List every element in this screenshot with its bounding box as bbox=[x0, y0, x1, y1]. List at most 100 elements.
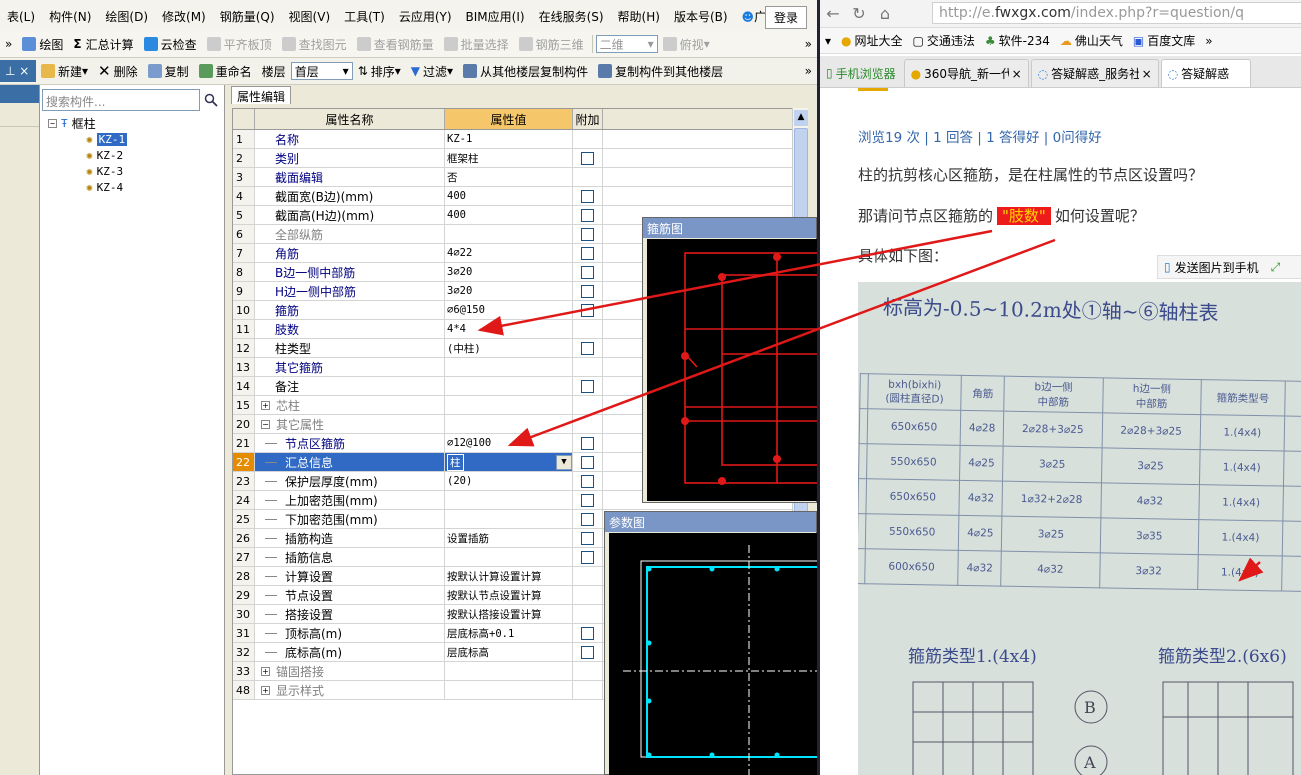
delete-button[interactable]: ✕ 删除 bbox=[93, 60, 143, 82]
menu-draw[interactable]: 绘图(D) bbox=[98, 8, 155, 25]
copy-from-floor-button[interactable]: 从其他楼层复制构件 bbox=[458, 60, 593, 82]
sort-button[interactable]: ⇅ 排序 ▾ bbox=[353, 60, 406, 82]
module-nav-item[interactable] bbox=[0, 103, 39, 127]
send-to-phone-button[interactable]: ▯ 发送图片到手机 ⤢ bbox=[1157, 255, 1301, 279]
copy-button[interactable]: 复制 bbox=[143, 60, 194, 82]
property-value[interactable] bbox=[445, 662, 573, 680]
attach-checkbox[interactable] bbox=[581, 436, 594, 450]
tab-360-nav[interactable]: ● 360导航_新一代 × bbox=[903, 59, 1029, 87]
menu-rebar-qty[interactable]: 钢筋量(Q) bbox=[213, 8, 282, 25]
rename-button[interactable]: 重命名 bbox=[194, 60, 257, 82]
property-row[interactable]: 2 类别 框架柱 bbox=[233, 149, 799, 168]
fav-traffic[interactable]: ▢ 交通违法 bbox=[908, 32, 980, 49]
property-value[interactable]: 框架柱 bbox=[445, 149, 573, 167]
component-search-input[interactable]: 搜索构件... bbox=[42, 89, 200, 111]
property-value[interactable] bbox=[445, 396, 573, 414]
attach-checkbox[interactable] bbox=[581, 512, 594, 526]
attach-checkbox[interactable] bbox=[581, 531, 594, 545]
more-favorites-icon[interactable]: » bbox=[1200, 34, 1217, 48]
refresh-icon[interactable]: ↻ bbox=[846, 4, 872, 23]
fav-site-nav[interactable]: ● 网址大全 bbox=[836, 32, 908, 49]
property-value[interactable]: (20) bbox=[445, 472, 573, 490]
close-icon[interactable]: × bbox=[1012, 67, 1022, 81]
view-mode-select[interactable]: 二维 ▾ bbox=[595, 35, 658, 53]
scroll-up-icon[interactable]: ▲ bbox=[794, 110, 808, 126]
attach-checkbox[interactable] bbox=[581, 151, 594, 165]
property-row[interactable]: 3 截面编辑 否 bbox=[233, 168, 799, 187]
property-value[interactable]: 柱 ▼ bbox=[445, 453, 573, 471]
floor-select[interactable]: 首层 ▾ bbox=[290, 62, 353, 80]
fav-weather[interactable]: ☁ 佛山天气 bbox=[1055, 32, 1128, 49]
expand-icon[interactable]: + bbox=[261, 685, 270, 695]
expand-icon[interactable]: + bbox=[261, 400, 270, 410]
menu-cloud[interactable]: 云应用(Y) bbox=[392, 8, 459, 25]
attach-checkbox[interactable] bbox=[581, 474, 594, 488]
collapse-icon[interactable]: − bbox=[48, 118, 57, 128]
property-value[interactable]: ⌀6@150 bbox=[445, 301, 573, 319]
attach-checkbox[interactable] bbox=[581, 246, 594, 260]
property-value[interactable] bbox=[445, 681, 573, 699]
copy-to-floor-button[interactable]: 复制构件到其他楼层 bbox=[593, 60, 728, 82]
calculate-button[interactable]: Σ 汇总计算 bbox=[68, 33, 138, 55]
close-icon[interactable]: × bbox=[1142, 67, 1152, 81]
property-value[interactable]: 4⌀22 bbox=[445, 244, 573, 262]
tab-property-edit[interactable]: 属性编辑 bbox=[231, 86, 292, 104]
find-element-button[interactable]: 查找图元 bbox=[277, 33, 352, 55]
attach-checkbox[interactable] bbox=[581, 379, 594, 393]
property-value[interactable]: 3⌀20 bbox=[445, 263, 573, 281]
favorites-toggle-icon[interactable]: ▾ bbox=[820, 34, 836, 48]
view-rebar-qty-button[interactable]: 查看钢筋量 bbox=[352, 33, 439, 55]
menu-help[interactable]: 帮助(H) bbox=[611, 8, 667, 25]
property-value[interactable]: (中柱) bbox=[445, 339, 573, 357]
property-value[interactable] bbox=[445, 225, 573, 243]
attach-checkbox[interactable] bbox=[581, 645, 594, 659]
tab-faq-active[interactable]: ◌ 答疑解惑 bbox=[1160, 59, 1251, 87]
attach-checkbox[interactable] bbox=[581, 208, 594, 222]
attach-checkbox[interactable] bbox=[581, 455, 594, 469]
home-icon[interactable]: ⌂ bbox=[872, 4, 898, 23]
expand-icon[interactable]: + bbox=[261, 666, 270, 676]
rebar-3d-button[interactable]: 钢筋三维 bbox=[514, 33, 589, 55]
menu-modify[interactable]: 修改(M) bbox=[155, 8, 213, 25]
top-view-button[interactable]: 俯视 ▾ bbox=[658, 33, 715, 55]
property-value[interactable]: 否 bbox=[445, 168, 573, 186]
property-value[interactable] bbox=[445, 377, 573, 395]
property-value[interactable]: 层底标高 bbox=[445, 643, 573, 661]
attach-checkbox[interactable] bbox=[581, 284, 594, 298]
property-value[interactable]: 4*4 bbox=[445, 320, 573, 338]
attach-checkbox[interactable] bbox=[581, 626, 594, 640]
attach-checkbox[interactable] bbox=[581, 265, 594, 279]
property-value[interactable] bbox=[445, 548, 573, 566]
attach-checkbox[interactable] bbox=[581, 341, 594, 355]
toolbar2-overflow-icon[interactable]: » bbox=[800, 60, 817, 82]
menu-component[interactable]: 构件(N) bbox=[42, 8, 98, 25]
property-value[interactable] bbox=[445, 491, 573, 509]
tree-item-kz4[interactable]: ✺ KZ-4 bbox=[48, 179, 127, 195]
property-value[interactable]: 3⌀20 bbox=[445, 282, 573, 300]
toolbar-overflow-icon[interactable]: » bbox=[800, 33, 817, 55]
tab-mobile-browser[interactable]: ▯ 手机浏览器 bbox=[820, 59, 902, 87]
expand-icon[interactable]: ⤢ bbox=[1271, 260, 1281, 275]
property-row[interactable]: 1 名称 KZ-1 bbox=[233, 130, 799, 149]
panel-pin-icon[interactable]: ⊥ × bbox=[0, 60, 36, 82]
attach-checkbox[interactable] bbox=[581, 303, 594, 317]
property-value[interactable] bbox=[445, 510, 573, 528]
menu-version[interactable]: 版本号(B) bbox=[667, 8, 735, 25]
property-value[interactable]: 设置插筋 bbox=[445, 529, 573, 547]
login-button[interactable]: 登录 bbox=[764, 6, 807, 29]
property-value[interactable]: ⌀12@100 bbox=[445, 434, 573, 452]
property-value[interactable] bbox=[445, 358, 573, 376]
tree-item-kz3[interactable]: ✺ KZ-3 bbox=[48, 163, 127, 179]
property-value[interactable] bbox=[445, 415, 573, 433]
property-value[interactable]: 400 bbox=[445, 206, 573, 224]
batch-select-button[interactable]: 批量选择 bbox=[439, 33, 514, 55]
chevron-right-icon[interactable]: » bbox=[0, 33, 17, 55]
back-icon[interactable]: ← bbox=[820, 4, 846, 23]
align-slab-button[interactable]: 平齐板顶 bbox=[202, 33, 277, 55]
new-button[interactable]: 新建 ▾ bbox=[36, 60, 93, 82]
menu-bim[interactable]: BIM应用(I) bbox=[459, 8, 532, 25]
collapse-icon[interactable]: − bbox=[261, 419, 270, 429]
attach-checkbox[interactable] bbox=[581, 189, 594, 203]
property-value[interactable]: 按默认节点设置计算 bbox=[445, 586, 573, 604]
cloud-check-button[interactable]: 云检查 bbox=[139, 33, 202, 55]
